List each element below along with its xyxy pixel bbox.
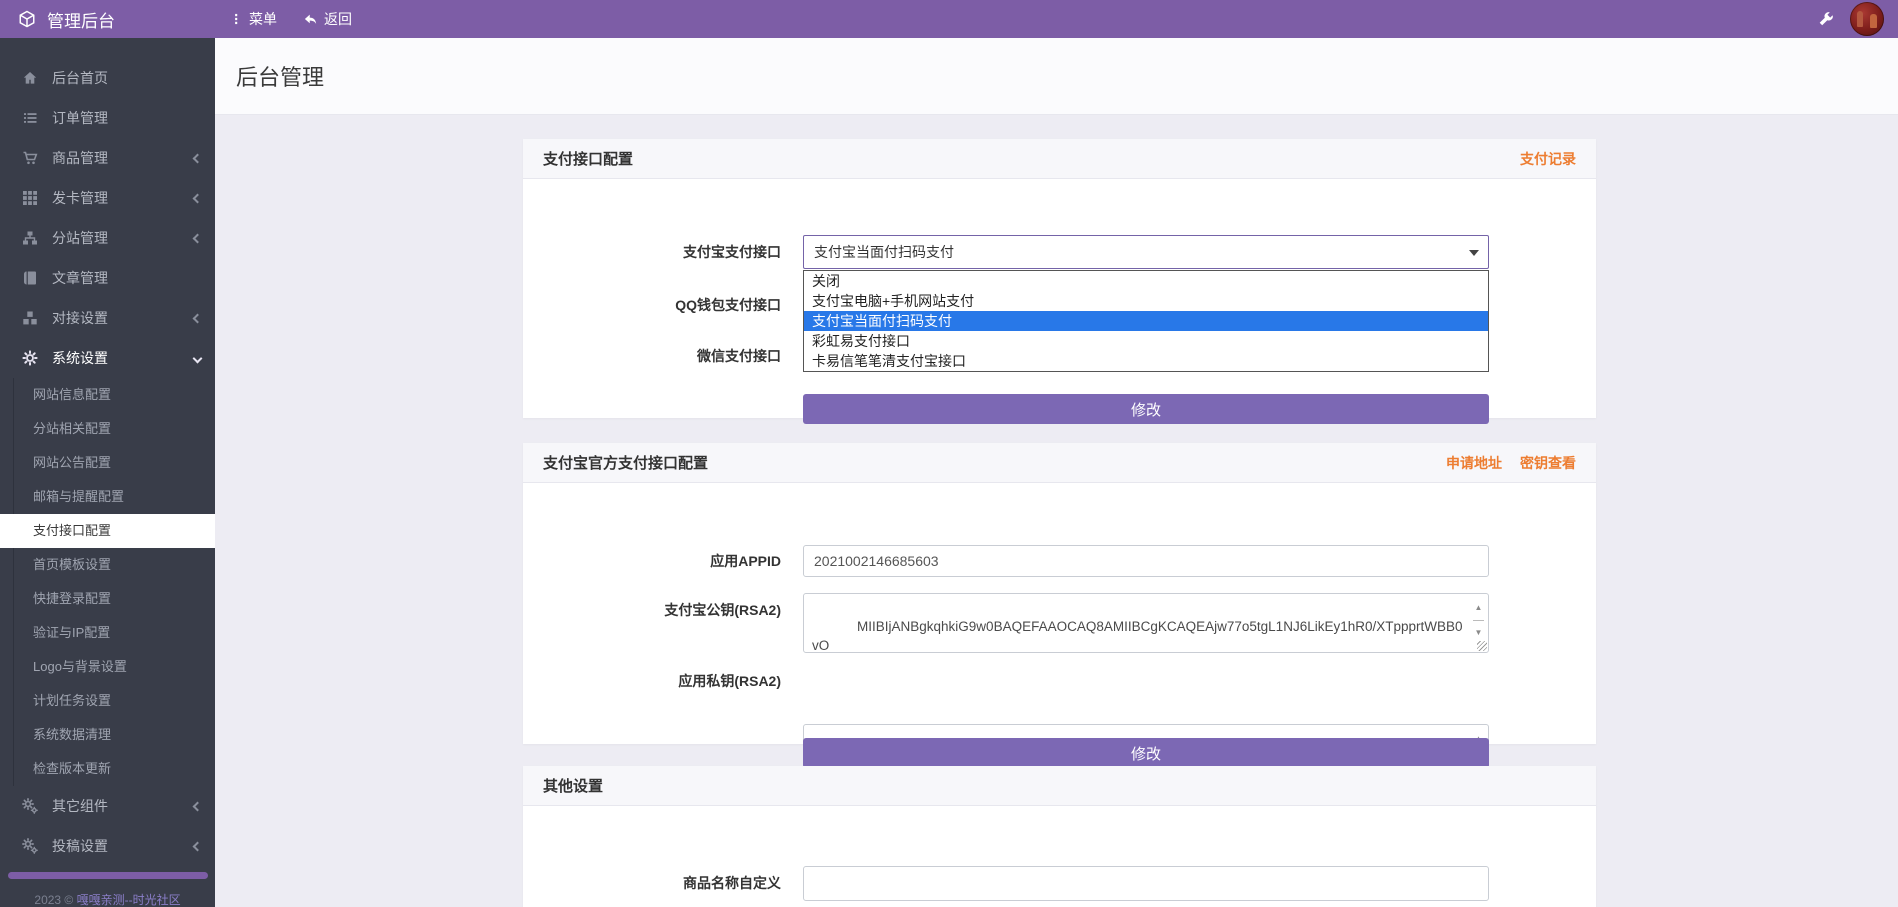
panel-header: 支付宝官方支付接口配置 申请地址 密钥查看: [523, 443, 1596, 483]
appid-input[interactable]: [803, 545, 1489, 577]
chevron-down-icon: [193, 353, 203, 363]
textarea-resize-handle[interactable]: [1477, 641, 1487, 651]
chevron-left-icon: [193, 233, 203, 243]
alipay-public-key-textarea[interactable]: MIIBIjANBgkqhkiG9w0BAQEFAAOCAQ8AMIIBCgKC…: [803, 593, 1489, 653]
back-button[interactable]: 返回: [303, 9, 352, 29]
sidebar-subitem-substation-config[interactable]: 分站相关配置: [0, 412, 215, 446]
panel-header: 其他设置: [523, 766, 1596, 806]
sidebar-item-other-components[interactable]: 其它组件: [0, 786, 215, 826]
app-private-key-label: 应用私钥(RSA2): [523, 664, 781, 698]
chevron-left-icon: [193, 153, 203, 163]
dropdown-option-f2f-qrcode[interactable]: 支付宝当面付扫码支付: [804, 311, 1488, 331]
content-area: 支付接口配置 支付记录 支付宝支付接口 支付宝当面付扫码支付 QQ钱包支付接口 …: [215, 115, 1898, 907]
chevron-left-icon: [193, 193, 203, 203]
panel-body: 支付宝支付接口 支付宝当面付扫码支付 QQ钱包支付接口 微信支付接口 关闭 支付…: [523, 179, 1596, 213]
book-icon: [22, 270, 38, 286]
dropdown-option-close[interactable]: 关闭: [804, 271, 1488, 291]
logo-cube-icon: [18, 10, 36, 28]
cart-icon: [22, 150, 38, 166]
grid-icon: [22, 190, 38, 206]
alipay-interface-label: 支付宝支付接口: [523, 235, 781, 269]
back-arrow-icon: [303, 12, 318, 27]
topbar-actions: 菜单 返回: [215, 9, 352, 29]
sidebar-subitem-logo-background[interactable]: Logo与背景设置: [0, 650, 215, 684]
panel-header: 支付接口配置 支付记录: [523, 139, 1596, 179]
user-avatar[interactable]: [1850, 2, 1884, 36]
sidebar-subitem-site-info[interactable]: 网站信息配置: [0, 378, 215, 412]
sidebar-scroll-indicator[interactable]: [8, 872, 208, 879]
home-icon: [22, 70, 38, 86]
wrench-icon[interactable]: [1818, 11, 1834, 27]
admin-app: 管理后台 菜单 返回: [0, 0, 1898, 907]
sidebar-item-system-settings[interactable]: 系统设置: [0, 338, 215, 378]
sidebar-subitem-data-cleanup[interactable]: 系统数据清理: [0, 718, 215, 752]
cogs-icon: [22, 798, 38, 814]
sidebar-item-products[interactable]: 商品管理: [0, 138, 215, 178]
footer-link[interactable]: 嘎嘎亲测--时光社区: [77, 893, 181, 907]
sidebar-subitem-version-check[interactable]: 检查版本更新: [0, 752, 215, 786]
alipay-public-key-label: 支付宝公钥(RSA2): [523, 593, 781, 627]
dropdown-option-kayixin[interactable]: 卡易信笔笔清支付宝接口: [804, 351, 1488, 371]
apply-address-link[interactable]: 申请地址: [1446, 453, 1502, 473]
chevron-left-icon: [193, 313, 203, 323]
key-view-link[interactable]: 密钥查看: [1520, 453, 1576, 473]
panel-other-settings: 其他设置 商品名称自定义 此选项可以替换官方支付接口的商品名称（不支持易支付），…: [523, 766, 1596, 907]
topbar-right: [1818, 2, 1898, 36]
payment-records-link[interactable]: 支付记录: [1520, 149, 1576, 169]
qq-wallet-interface-label: QQ钱包支付接口: [523, 288, 781, 322]
appid-label: 应用APPID: [523, 545, 781, 577]
menu-button[interactable]: 菜单: [229, 9, 277, 29]
sidebar-subitem-cron-tasks[interactable]: 计划任务设置: [0, 684, 215, 718]
sidebar-item-articles[interactable]: 文章管理: [0, 258, 215, 298]
sidebar-subitem-quick-login[interactable]: 快捷登录配置: [0, 582, 215, 616]
sidebar-subitem-announcement[interactable]: 网站公告配置: [0, 446, 215, 480]
sidebar-subitem-payment-config[interactable]: 支付接口配置: [0, 514, 215, 548]
sidebar-subitem-homepage-template[interactable]: 首页模板设置: [0, 548, 215, 582]
cubes-icon: [22, 310, 38, 326]
sidebar-footer: 2023 © 嘎嘎亲测--时光社区: [0, 891, 215, 907]
sidebar-item-substations[interactable]: 分站管理: [0, 218, 215, 258]
page-header: 后台管理: [215, 38, 1898, 115]
sidebar-item-integration[interactable]: 对接设置: [0, 298, 215, 338]
sidebar: 后台首页 订单管理 商品管理 发卡管理 分站管理: [0, 38, 215, 907]
sidebar-item-dashboard[interactable]: 后台首页: [0, 58, 215, 98]
dropdown-option-pc-wap[interactable]: 支付宝电脑+手机网站支付: [804, 291, 1488, 311]
select-caret-icon: [1469, 250, 1479, 256]
sidebar-item-submission-settings[interactable]: 投稿设置: [0, 826, 215, 866]
panel-alipay-official: 支付宝官方支付接口配置 申请地址 密钥查看 应用APPID 支付宝公钥(RSA2…: [523, 443, 1596, 744]
list-icon: [22, 110, 38, 126]
sitemap-icon: [22, 230, 38, 246]
wechat-interface-label: 微信支付接口: [523, 339, 781, 373]
footer-year: 2023 ©: [34, 893, 76, 907]
dropdown-option-rainbow-epay[interactable]: 彩虹易支付接口: [804, 331, 1488, 351]
brand-title: 管理后台: [47, 7, 115, 32]
alipay-interface-select[interactable]: 支付宝当面付扫码支付: [803, 235, 1489, 269]
sidebar-item-orders[interactable]: 订单管理: [0, 98, 215, 138]
cogs-icon: [22, 838, 38, 854]
panel-title: 支付接口配置: [543, 148, 633, 169]
select-value: 支付宝当面付扫码支付: [814, 242, 954, 262]
sidebar-subitem-email-notify[interactable]: 邮箱与提醒配置: [0, 480, 215, 514]
system-settings-submenu: 网站信息配置 分站相关配置 网站公告配置 邮箱与提醒配置 支付接口配置 首页模板…: [0, 378, 215, 786]
panel-payment-interface: 支付接口配置 支付记录 支付宝支付接口 支付宝当面付扫码支付 QQ钱包支付接口 …: [523, 139, 1596, 418]
panel-title: 其他设置: [543, 775, 603, 796]
menu-dots-icon: [229, 12, 243, 26]
chevron-left-icon: [193, 801, 203, 811]
gear-icon: [22, 350, 38, 366]
sidebar-nav: 后台首页 订单管理 商品管理 发卡管理 分站管理: [0, 38, 215, 907]
main-area: 后台管理 支付接口配置 支付记录 支付宝支付接口 支付宝当面付扫码支付 QQ钱包…: [215, 38, 1898, 907]
product-name-custom-label: 商品名称自定义: [523, 866, 781, 901]
panel-title: 支付宝官方支付接口配置: [543, 452, 708, 473]
page-title: 后台管理: [236, 60, 324, 92]
chevron-left-icon: [193, 841, 203, 851]
brand[interactable]: 管理后台: [0, 0, 215, 38]
submit-button[interactable]: 修改: [803, 738, 1489, 768]
sidebar-item-cards[interactable]: 发卡管理: [0, 178, 215, 218]
select-dropdown-list: 关闭 支付宝电脑+手机网站支付 支付宝当面付扫码支付 彩虹易支付接口 卡易信笔笔…: [803, 270, 1489, 372]
panel-body: 应用APPID 支付宝公钥(RSA2) MIIBIjANBgkqhkiG9w0B…: [523, 483, 1596, 603]
topbar: 管理后台 菜单 返回: [0, 0, 1898, 38]
sidebar-subitem-captcha-ip[interactable]: 验证与IP配置: [0, 616, 215, 650]
submit-button[interactable]: 修改: [803, 394, 1489, 424]
product-name-custom-input[interactable]: [803, 866, 1489, 901]
